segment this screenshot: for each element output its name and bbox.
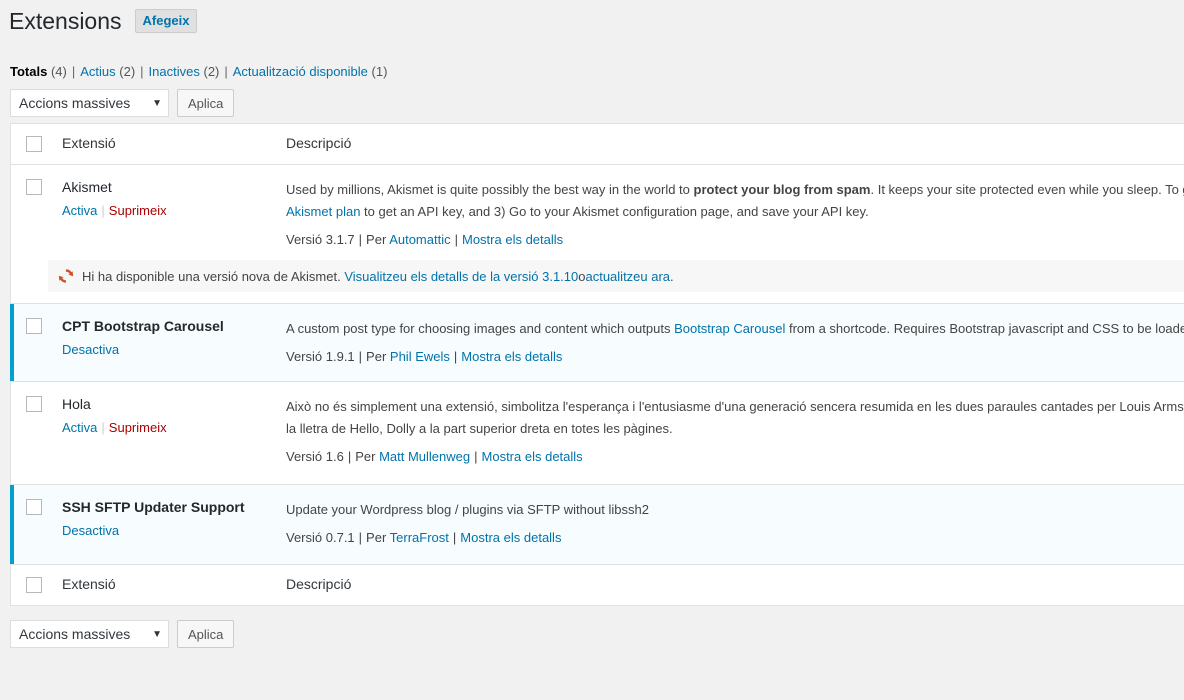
update-notice-row: Hi ha disponible una versió nova de Akis… — [11, 257, 1184, 304]
table-header: Extensió Descripció — [11, 124, 1184, 165]
plugin-meta: Versió 1.6 | Per Matt Mullenweg | Mostra els… — [286, 449, 583, 464]
bulk-action-select-bottom[interactable]: Accions massives ▼ — [10, 620, 169, 648]
plugin-checkbox[interactable] — [26, 396, 42, 412]
akismet-plan-link[interactable]: Akismet plan — [286, 204, 360, 219]
details-link[interactable]: Mostra els detalls — [462, 232, 563, 247]
view-version-details-link[interactable]: Visualitzeu els detalls de la versió 3.1… — [344, 269, 578, 284]
filter-all[interactable]: Totals (4) — [10, 64, 67, 79]
dropdown-arrow-icon: ▼ — [152, 97, 162, 109]
details-link[interactable]: Mostra els detalls — [482, 449, 583, 464]
apply-button[interactable]: Aplica — [177, 89, 235, 117]
plugin-description: Used by millions, Akismet is quite possi… — [286, 179, 1184, 251]
page-heading: Extensions Afegeix — [9, 6, 198, 36]
plugin-actions: Activa | Suprimeix — [62, 420, 167, 435]
author-link[interactable]: TerraFrost — [390, 530, 449, 545]
deactivate-link[interactable]: Desactiva — [62, 342, 119, 357]
plugin-actions: Desactiva — [62, 342, 119, 357]
select-all-checkbox[interactable] — [26, 136, 42, 152]
plugin-name: Akismet — [62, 179, 112, 195]
dropdown-arrow-icon: ▼ — [152, 628, 162, 640]
column-plugin: Extensió — [62, 576, 116, 592]
plugin-checkbox[interactable] — [26, 179, 42, 195]
bulk-actions-bottom: Accions massives ▼ Aplica — [10, 620, 235, 648]
plugin-row-akismet: Akismet Activa | Suprimeix Used by million… — [11, 165, 1184, 257]
apply-button-bottom[interactable]: Aplica — [177, 620, 235, 648]
bulk-actions-top: Accions massives ▼ Aplica — [10, 89, 235, 117]
activate-link[interactable]: Activa — [62, 203, 97, 218]
plugin-row-cpt-bootstrap-carousel: CPT Bootstrap Carousel Desactiva A custo… — [10, 304, 1184, 382]
select-all-checkbox-footer[interactable] — [26, 577, 42, 593]
column-plugin: Extensió — [62, 135, 116, 151]
delete-link[interactable]: Suprimeix — [109, 420, 167, 435]
details-link[interactable]: Mostra els detalls — [461, 349, 562, 364]
filter-update-available[interactable]: Actualització disponible (1) — [233, 64, 388, 79]
page-title: Extensions — [9, 8, 122, 34]
activate-link[interactable]: Activa — [62, 420, 97, 435]
status-filters: Totals (4) | Actius (2) | Inactives (2) | Actu… — [10, 64, 388, 79]
column-description: Descripció — [286, 576, 352, 592]
plugin-actions: Activa | Suprimeix — [62, 203, 167, 218]
plugin-description: Update your Wordpress blog / plugins via… — [286, 499, 1184, 549]
update-icon — [58, 269, 74, 283]
filter-active[interactable]: Actius (2) — [80, 64, 135, 79]
author-link[interactable]: Phil Ewels — [390, 349, 450, 364]
plugin-checkbox[interactable] — [26, 318, 42, 334]
update-now-link[interactable]: actualitzeu ara — [585, 269, 670, 284]
deactivate-link[interactable]: Desactiva — [62, 523, 119, 538]
details-link[interactable]: Mostra els detalls — [460, 530, 561, 545]
author-link[interactable]: Automattic — [389, 232, 450, 247]
plugin-row-hola: Hola Activa | Suprimeix Això no és simplem… — [11, 382, 1184, 485]
plugins-table: Extensió Descripció Akismet Activa | Supri… — [10, 123, 1184, 606]
author-link[interactable]: Matt Mullenweg — [379, 449, 470, 464]
plugin-meta: Versió 3.1.7 | Per Automattic | Mostra els d… — [286, 232, 564, 247]
delete-link[interactable]: Suprimeix — [109, 203, 167, 218]
bootstrap-carousel-link[interactable]: Bootstrap Carousel — [674, 321, 785, 336]
column-description: Descripció — [286, 135, 352, 151]
add-new-button[interactable]: Afegeix — [134, 9, 198, 33]
plugin-name: Hola — [62, 396, 91, 412]
table-footer: Extensió Descripció — [11, 565, 1184, 606]
plugin-name: CPT Bootstrap Carousel — [62, 318, 224, 334]
plugin-description: Això no és simplement una extensió, simb… — [286, 396, 1184, 468]
plugin-meta: Versió 1.9.1 | Per Phil Ewels | Mostra els d… — [286, 349, 563, 364]
plugin-row-ssh-sftp-updater: SSH SFTP Updater Support Desactiva Updat… — [10, 485, 1184, 565]
plugin-meta: Versió 0.7.1 | Per TerraFrost | Mostra els d… — [286, 530, 562, 545]
bulk-action-select[interactable]: Accions massives ▼ — [10, 89, 169, 117]
filter-inactive[interactable]: Inactives (2) — [149, 64, 220, 79]
plugin-description: A custom post type for choosing images a… — [286, 318, 1184, 368]
plugin-checkbox[interactable] — [26, 499, 42, 515]
update-notice: Hi ha disponible una versió nova de Akis… — [48, 260, 1184, 292]
plugin-actions: Desactiva — [62, 523, 119, 538]
plugin-name: SSH SFTP Updater Support — [62, 499, 245, 515]
